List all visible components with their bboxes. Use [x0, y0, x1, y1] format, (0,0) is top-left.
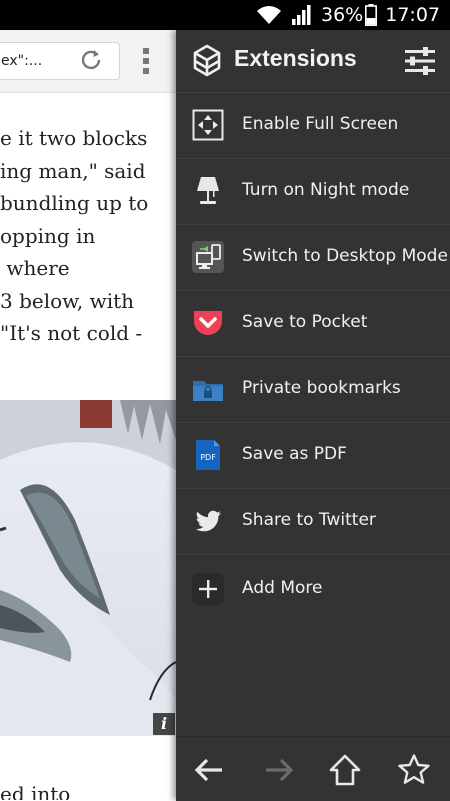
fullscreen-icon — [192, 109, 224, 141]
bottom-nav-bar — [176, 736, 450, 801]
article-text: e it two blocks ing man," said bundling … — [0, 122, 176, 350]
wifi-icon — [255, 4, 283, 26]
article-line: e it two blocks — [0, 126, 148, 150]
signal-icon — [291, 4, 313, 26]
home-icon[interactable] — [328, 753, 362, 787]
article-bottom-text: ed into — [0, 782, 71, 800]
ext-item-night-mode[interactable]: Turn on Night mode — [176, 158, 450, 224]
status-bar: 36% 17:07 — [0, 0, 450, 30]
url-text: ex":... — [1, 53, 43, 69]
article-line: bundling up to — [0, 191, 149, 215]
url-bar: ex":... — [0, 30, 176, 93]
pocket-icon — [192, 307, 224, 339]
clock: 17:07 — [385, 4, 440, 26]
desktop-mode-icon — [192, 241, 224, 273]
battery-icon — [365, 4, 378, 26]
pdf-icon-text: PDF — [200, 453, 216, 462]
forward-arrow-icon[interactable] — [262, 753, 296, 787]
ext-label: Share to Twitter — [242, 510, 376, 530]
ext-item-twitter[interactable]: Share to Twitter — [176, 488, 450, 554]
bookmark-star-icon[interactable] — [397, 753, 431, 787]
article-line: "It's not cold - — [0, 321, 143, 345]
extensions-panel: Extensions Enable Full Screen Turn on Ni… — [176, 30, 450, 801]
ext-item-desktop-mode[interactable]: Switch to Desktop Mode — [176, 224, 450, 290]
ext-item-add-more[interactable]: Add More — [176, 554, 450, 622]
article-line: where — [0, 256, 70, 280]
ext-label: Enable Full Screen — [242, 114, 399, 134]
extensions-list: Enable Full Screen Turn on Night mode Sw… — [176, 92, 450, 622]
panel-title: Extensions — [234, 45, 357, 71]
extensions-logo-icon — [192, 44, 222, 78]
battery-percent: 36% — [321, 4, 364, 26]
panel-header: Extensions — [176, 30, 450, 92]
reload-icon[interactable] — [78, 47, 104, 73]
ext-label: Switch to Desktop Mode — [242, 246, 448, 266]
ext-label: Private bookmarks — [242, 378, 401, 398]
sliders-settings-icon[interactable] — [404, 46, 436, 76]
ext-label: Save to Pocket — [242, 312, 368, 332]
ext-item-full-screen[interactable]: Enable Full Screen — [176, 92, 450, 158]
web-page: ex":... e it two blocks ing man," said b… — [0, 30, 176, 800]
snow-car-photo — [0, 400, 176, 736]
article-line: 3 below, with — [0, 288, 135, 313]
article-line: ing man," said — [0, 158, 146, 183]
ext-label: Save as PDF — [242, 444, 347, 464]
photo-info-badge[interactable]: i — [153, 713, 175, 735]
overflow-menu-icon[interactable] — [140, 44, 152, 78]
article-line: opping in — [0, 223, 96, 248]
ext-item-pocket[interactable]: Save to Pocket — [176, 290, 450, 356]
ext-label: Turn on Night mode — [242, 180, 410, 200]
ext-item-save-pdf[interactable]: PDF Save as PDF — [176, 422, 450, 488]
ext-label: Add More — [242, 578, 323, 598]
pdf-icon: PDF — [192, 439, 224, 471]
twitter-icon — [192, 505, 224, 537]
back-arrow-icon[interactable] — [192, 753, 226, 787]
add-icon — [192, 573, 224, 605]
lamp-icon — [192, 175, 224, 207]
locked-folder-icon — [192, 373, 224, 405]
ext-item-private-bookmarks[interactable]: Private bookmarks — [176, 356, 450, 422]
